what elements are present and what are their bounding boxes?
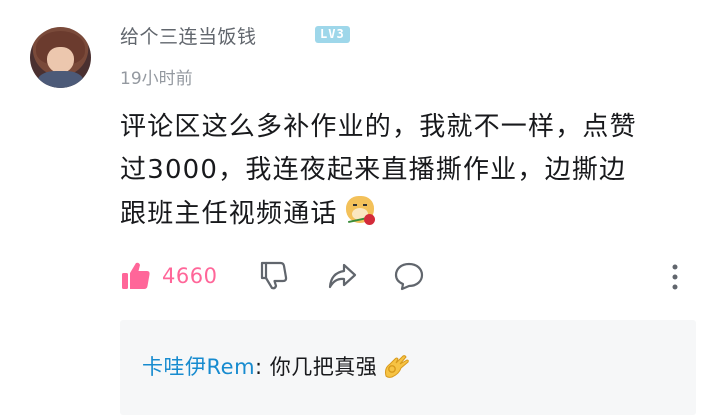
comment-bubble-icon[interactable] xyxy=(393,261,425,291)
reply-text: 你几把真强 xyxy=(262,355,378,379)
comment-line: 过3000，我连夜起来直播撕作业，边撕边 xyxy=(120,155,627,185)
more-vertical-icon[interactable] xyxy=(668,262,682,292)
reply-username[interactable]: 卡哇伊Rem xyxy=(142,355,255,379)
comment-line: 评论区这么多补作业的，我就不一样，点赞 xyxy=(120,112,637,142)
avatar[interactable] xyxy=(30,27,91,88)
reply-separator: : xyxy=(255,355,263,379)
username[interactable]: 给个三连当饭钱 xyxy=(120,22,257,49)
timestamp: 19小时前 xyxy=(120,69,193,89)
doge-with-rose-emoji xyxy=(342,192,378,228)
thumbs-down-icon[interactable] xyxy=(258,260,290,292)
comment-actions: 4660 xyxy=(120,258,690,298)
like-count: 4660 xyxy=(162,264,218,288)
comment-content: 评论区这么多补作业的，我就不一样，点赞 过3000，我连夜起来直播撕作业，边撕边… xyxy=(120,106,690,236)
level-badge: LV3 xyxy=(315,26,350,43)
comment-line-3: 跟班主任视频通话 xyxy=(120,192,690,236)
share-icon[interactable] xyxy=(326,261,358,291)
reply-line: 卡哇伊Rem: 你几把真强 xyxy=(142,350,411,381)
comment-line-text: 跟班主任视频通话 xyxy=(120,199,338,229)
reply-preview[interactable]: 卡哇伊Rem: 你几把真强 xyxy=(120,320,696,415)
thumbs-up-icon[interactable] xyxy=(120,260,152,292)
ok-hand-emoji xyxy=(385,355,410,378)
